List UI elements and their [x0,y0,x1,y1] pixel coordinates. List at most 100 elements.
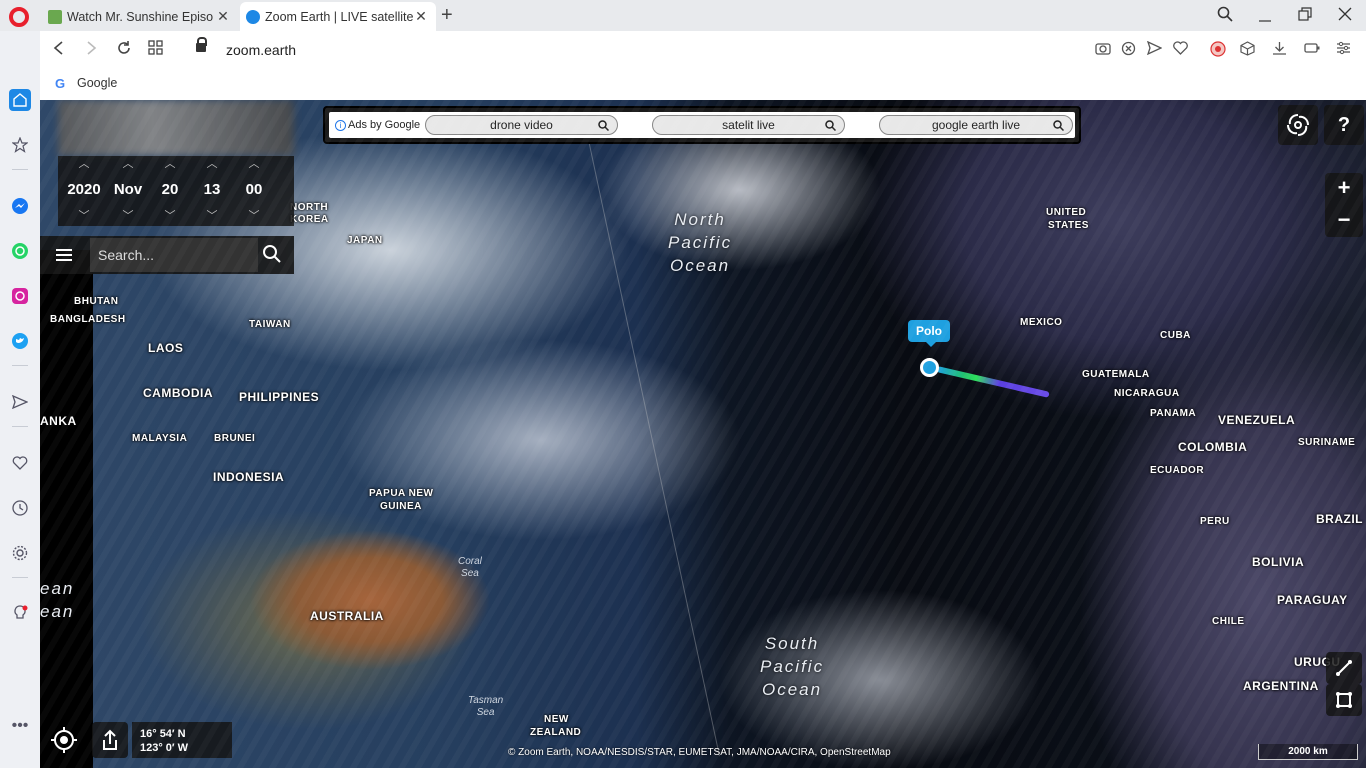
ad-pill-satelit-live[interactable]: satelit live [652,115,845,135]
whatsapp-icon[interactable] [9,240,31,262]
cube-icon[interactable] [1240,41,1255,59]
locate-me-icon[interactable] [48,724,80,756]
chevron-up-icon[interactable]: ︿ [233,156,275,172]
sea-label-line: Sea [476,707,495,718]
month-value[interactable]: Nov [107,172,149,208]
heart-icon[interactable] [1173,41,1188,58]
country-label: UNITED [1046,207,1087,218]
year-picker: ︿ 2020 ﹀ [63,156,105,224]
url-field[interactable]: zoom.earth [226,42,296,58]
back-icon[interactable] [52,40,66,61]
home-icon[interactable] [9,89,31,111]
ads-label: Ads by Google [348,119,421,131]
tab-zoom-earth[interactable]: Zoom Earth | LIVE satellite ✕ [240,2,436,31]
new-tab-button[interactable]: + [441,4,453,27]
year-value[interactable]: 2020 [63,172,105,208]
tracker-blocker-icon[interactable] [1121,41,1136,59]
ad-pill-google-earth-live[interactable]: google earth live [879,115,1073,135]
easy-setup-icon[interactable] [1336,41,1351,58]
ocean-label-cut-2: ean [40,602,75,621]
chevron-down-icon[interactable]: ﹀ [63,208,105,224]
minute-value[interactable]: 00 [233,172,275,208]
download-icon[interactable] [1272,41,1287,59]
satellite-map[interactable]: North Pacific Ocean South Pacific Ocean … [40,100,1366,768]
storm-position-marker[interactable] [920,358,939,377]
ad-pill-label: satelit live [722,118,775,132]
minimize-icon[interactable] [1258,10,1272,27]
country-label: PAPUA NEW [369,488,434,499]
hurricane-icon[interactable] [1278,105,1318,145]
country-label: PERU [1200,516,1230,527]
restore-icon[interactable] [1298,7,1312,25]
sea-label-tasman: Tasman Sea [468,695,503,719]
bookmarks-bar: G Google [40,69,1366,100]
close-tab-icon[interactable]: ✕ [414,8,428,25]
chevron-down-icon[interactable]: ﹀ [149,208,191,224]
search-input[interactable] [90,238,258,272]
my-flow-icon[interactable] [9,391,31,413]
chevron-up-icon[interactable]: ︿ [149,156,191,172]
opera-logo-icon[interactable] [9,7,29,27]
extension-icon[interactable] [1210,41,1226,60]
zoom-out-button[interactable]: − [1325,205,1363,237]
favorites-icon[interactable] [9,452,31,474]
settings-gear-icon[interactable] [9,542,31,564]
ad-pill-drone-video[interactable]: drone video [425,115,618,135]
twitter-icon[interactable] [9,330,31,352]
sidebar-divider [12,577,28,578]
chevron-up-icon[interactable]: ︿ [107,156,149,172]
country-label: ZEALAND [530,727,582,738]
tab-mr-sunshine[interactable]: Watch Mr. Sunshine Episo ✕ [42,2,238,31]
hour-value[interactable]: 13 [191,172,233,208]
zoom-in-button[interactable]: + [1325,173,1363,205]
menu-icon[interactable] [44,238,84,272]
search-icon[interactable] [262,244,282,264]
chevron-down-icon[interactable]: ﹀ [107,208,149,224]
site-favicon-icon [48,9,62,24]
measure-distance-icon[interactable] [1326,652,1362,684]
chevron-down-icon[interactable]: ﹀ [191,208,233,224]
close-window-icon[interactable] [1338,7,1352,25]
map-attribution[interactable]: © Zoom Earth, NOAA/NESDIS/STAR, EUMETSAT… [508,747,891,758]
chevron-up-icon[interactable]: ︿ [63,156,105,172]
country-label: CHILE [1212,616,1245,627]
ad-pill-label: drone video [490,118,553,132]
forward-icon[interactable] [84,40,98,61]
country-label: BOLIVIA [1252,555,1305,569]
storm-label-polo[interactable]: Polo [908,320,950,347]
country-label: NICARAGUA [1114,388,1180,399]
ocean-label-cut-1: ean [40,579,75,598]
snapshot-icon[interactable] [1095,41,1111,58]
country-label: ARGENTINA [1243,679,1319,693]
ocean-label-line: Ocean [669,256,731,275]
day-value[interactable]: 20 [149,172,191,208]
reload-icon[interactable] [116,40,132,61]
country-label: URUGU [1294,655,1341,669]
send-icon[interactable] [1146,40,1163,58]
info-icon: i [335,120,346,131]
help-button[interactable]: ? [1324,105,1364,145]
country-label: LAOS [148,341,184,355]
zoom-controls: + − [1325,173,1363,237]
measure-area-icon[interactable] [1326,684,1362,716]
lock-icon[interactable] [196,37,207,54]
battery-saver-icon[interactable] [1304,41,1320,57]
bookmark-google[interactable]: Google [77,76,117,90]
instagram-icon[interactable] [9,285,31,307]
ads-by-google[interactable]: i Ads by Google [335,119,420,131]
speed-dial-icon[interactable] [148,40,164,61]
messenger-icon[interactable] [9,195,31,217]
tips-bulb-icon[interactable] [9,603,31,625]
close-tab-icon[interactable]: ✕ [216,8,230,25]
country-label: COLOMBIA [1178,440,1248,454]
hour-picker: ︿ 13 ﹀ [191,156,233,224]
sidebar-divider [12,365,28,366]
share-icon[interactable] [92,722,128,758]
more-options-icon[interactable]: ••• [9,715,31,737]
tab-search-icon[interactable] [1217,6,1233,26]
ocean-label-line: Pacific [668,233,733,252]
history-icon[interactable] [9,497,31,519]
star-icon[interactable] [9,134,31,156]
chevron-up-icon[interactable]: ︿ [191,156,233,172]
chevron-down-icon[interactable]: ﹀ [233,208,275,224]
